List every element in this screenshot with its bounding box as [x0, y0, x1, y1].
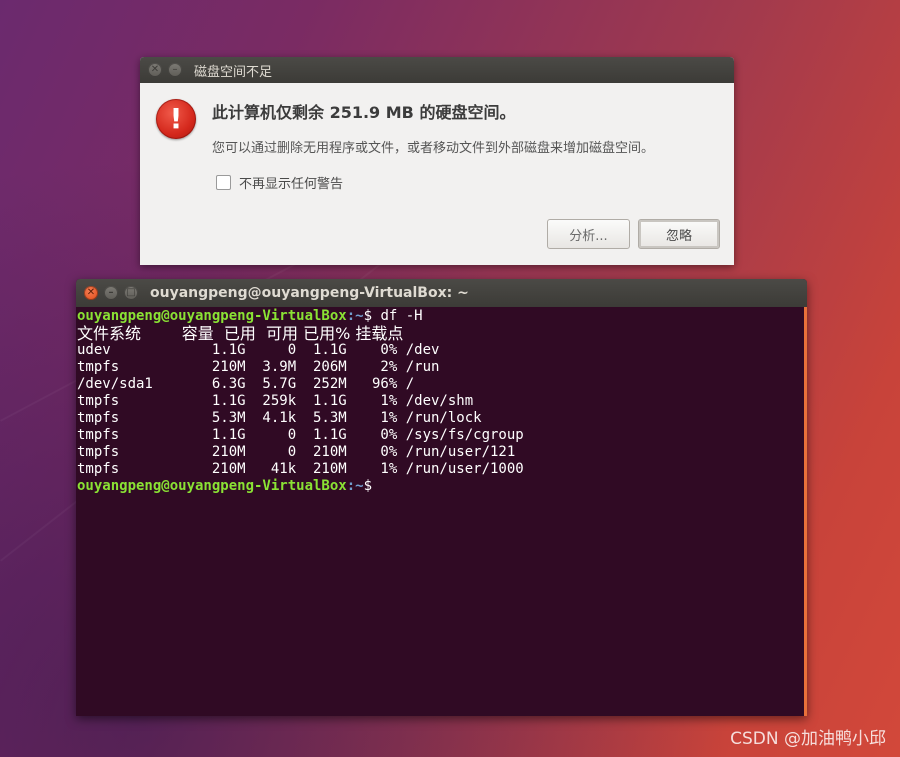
analyze-button[interactable]: 分析... [547, 219, 630, 249]
df-row: tmpfs 1.1G 259k 1.1G 1% /dev/shm [77, 393, 474, 409]
minimize-icon[interactable]: – [104, 286, 118, 300]
dont-show-warnings-label[interactable]: 不再显示任何警告 [239, 173, 343, 192]
terminal-output[interactable]: ouyangpeng@ouyangpeng-VirtualBox:~$ df -… [76, 307, 804, 716]
df-row: tmpfs 5.3M 4.1k 5.3M 1% /run/lock [77, 410, 482, 426]
final-prompt-line: ouyangpeng@ouyangpeng-VirtualBox:~$ [77, 478, 373, 494]
dialog-title: 磁盘空间不足 [194, 64, 273, 80]
df-row: tmpfs 210M 3.9M 206M 2% /run [77, 359, 440, 375]
minimize-icon[interactable]: – [168, 63, 182, 77]
dont-show-warnings-checkbox[interactable] [216, 175, 231, 190]
dialog-description: 您可以通过删除无用程序或文件，或者移动文件到外部磁盘来增加磁盘空间。 [212, 141, 655, 156]
df-row: tmpfs 210M 41k 210M 1% /run/user/1000 [77, 461, 524, 477]
dont-show-warnings-row[interactable]: 不再显示任何警告 [216, 173, 343, 192]
maximize-icon[interactable]: □ [124, 286, 138, 300]
command-text: df -H [380, 308, 423, 324]
dialog-titlebar: ✕ – 磁盘空间不足 [140, 57, 734, 83]
df-row: tmpfs 1.1G 0 1.1G 0% /sys/fs/cgroup [77, 427, 524, 443]
df-row: udev 1.1G 0 1.1G 0% /dev [77, 342, 440, 358]
watermark: CSDN @加油鸭小邱 [730, 729, 886, 749]
warning-icon: ! [156, 99, 196, 139]
close-icon[interactable]: ✕ [148, 63, 162, 77]
low-disk-space-dialog: ✕ – 磁盘空间不足 ! 此计算机仅剩余 251.9 MB 的硬盘空间。 您可以… [140, 57, 734, 265]
df-header-row: 文件系统 容量 已用 可用 已用% 挂载点 [77, 324, 404, 343]
df-row: tmpfs 210M 0 210M 0% /run/user/121 [77, 444, 516, 460]
terminal-title: ouyangpeng@ouyangpeng-VirtualBox: ~ [150, 285, 469, 301]
command-line: ouyangpeng@ouyangpeng-VirtualBox:~$ df -… [77, 308, 423, 324]
ignore-button[interactable]: 忽略 [638, 219, 720, 249]
terminal-window[interactable]: ✕ – □ ouyangpeng@ouyangpeng-VirtualBox: … [76, 279, 807, 716]
dialog-headline: 此计算机仅剩余 251.9 MB 的硬盘空间。 [212, 103, 516, 122]
terminal-scrollbar[interactable] [804, 307, 807, 716]
terminal-titlebar[interactable]: ✕ – □ ouyangpeng@ouyangpeng-VirtualBox: … [76, 279, 807, 307]
close-icon[interactable]: ✕ [84, 286, 98, 300]
df-row: /dev/sda1 6.3G 5.7G 252M 96% / [77, 376, 415, 392]
